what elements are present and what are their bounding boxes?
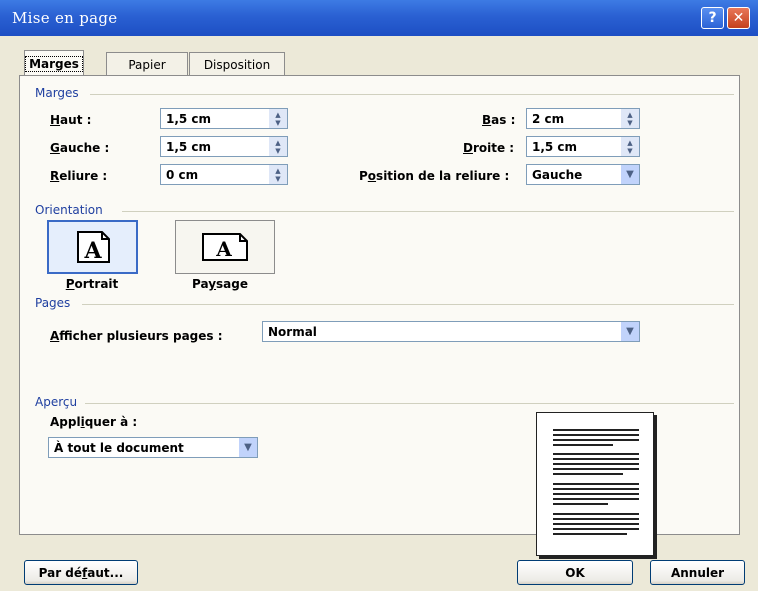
svg-text:A: A bbox=[83, 238, 102, 264]
ok-button[interactable]: OK bbox=[517, 560, 633, 585]
tab-marges[interactable]: Marges bbox=[24, 50, 84, 77]
bas-spinner[interactable]: 2 cm ▲ ▼ bbox=[526, 108, 640, 129]
afficher-pages-value: Normal bbox=[268, 324, 317, 339]
spin-arrows-icon[interactable]: ▲ ▼ bbox=[269, 165, 287, 184]
reliure-value: 0 cm bbox=[166, 167, 199, 182]
cancel-button[interactable]: Annuler bbox=[650, 560, 745, 585]
position-reliure-select[interactable]: Gauche ▼ bbox=[526, 164, 640, 185]
portrait-label: Portrait bbox=[65, 277, 119, 291]
droite-spinner[interactable]: 1,5 cm ▲ ▼ bbox=[526, 136, 640, 157]
reliure-label: Reliure : bbox=[50, 169, 108, 183]
tab-papier[interactable]: Papier bbox=[106, 52, 188, 76]
gauche-spinner[interactable]: 1,5 cm ▲ ▼ bbox=[160, 136, 288, 157]
spin-arrows-icon[interactable]: ▲ ▼ bbox=[621, 109, 639, 128]
chevron-down-icon[interactable]: ▼ bbox=[239, 438, 257, 457]
portrait-page-icon: A bbox=[76, 231, 110, 264]
title-bar[interactable]: Mise en page ? ✕ bbox=[0, 0, 758, 36]
spin-arrows-icon[interactable]: ▲ ▼ bbox=[269, 137, 287, 156]
paysage-label: Paysage bbox=[192, 277, 248, 291]
page-preview bbox=[536, 412, 654, 556]
bas-value: 2 cm bbox=[532, 111, 565, 126]
landscape-page-icon: A bbox=[202, 233, 248, 261]
group-label-orientation: Orientation bbox=[35, 203, 103, 217]
window-title: Mise en page bbox=[12, 9, 118, 27]
group-divider bbox=[85, 403, 734, 404]
group-label-apercu: Aperçu bbox=[35, 395, 78, 409]
position-reliure-label: Position de la reliure : bbox=[359, 169, 510, 183]
afficher-label: Afficher plusieurs pages : bbox=[50, 329, 223, 343]
svg-text:A: A bbox=[215, 237, 232, 261]
group-label-pages: Pages bbox=[35, 296, 71, 310]
droite-value: 1,5 cm bbox=[532, 139, 578, 154]
appliquer-value: À tout le document bbox=[54, 440, 184, 455]
spin-arrows-icon[interactable]: ▲ ▼ bbox=[621, 137, 639, 156]
group-divider bbox=[82, 304, 734, 305]
haut-value: 1,5 cm bbox=[166, 111, 212, 126]
haut-spinner[interactable]: 1,5 cm ▲ ▼ bbox=[160, 108, 288, 129]
appliquer-label: Appliquer à : bbox=[50, 415, 138, 429]
appliquer-select[interactable]: À tout le document ▼ bbox=[48, 437, 258, 458]
gauche-label: Gauche : bbox=[50, 141, 110, 155]
position-reliure-value: Gauche bbox=[532, 167, 583, 182]
bas-label: Bas : bbox=[482, 113, 516, 127]
group-label-marges: Marges bbox=[35, 86, 79, 100]
chevron-down-icon[interactable]: ▼ bbox=[621, 322, 639, 341]
afficher-pages-select[interactable]: Normal ▼ bbox=[262, 321, 640, 342]
tab-disposition[interactable]: Disposition bbox=[189, 52, 285, 76]
default-button[interactable]: Par dé f aut... bbox=[24, 560, 138, 585]
close-icon[interactable]: ✕ bbox=[727, 7, 750, 29]
paysage-button[interactable]: A bbox=[175, 220, 275, 274]
reliure-spinner[interactable]: 0 cm ▲ ▼ bbox=[160, 164, 288, 185]
droite-label: Droite : bbox=[463, 141, 515, 155]
group-divider bbox=[122, 211, 734, 212]
chevron-down-icon[interactable]: ▼ bbox=[621, 165, 639, 184]
help-icon[interactable]: ? bbox=[701, 7, 724, 29]
portrait-button[interactable]: A bbox=[47, 220, 138, 274]
spin-arrows-icon[interactable]: ▲ ▼ bbox=[269, 109, 287, 128]
group-divider bbox=[90, 94, 734, 95]
gauche-value: 1,5 cm bbox=[166, 139, 212, 154]
haut-label: Haut : bbox=[50, 113, 92, 127]
